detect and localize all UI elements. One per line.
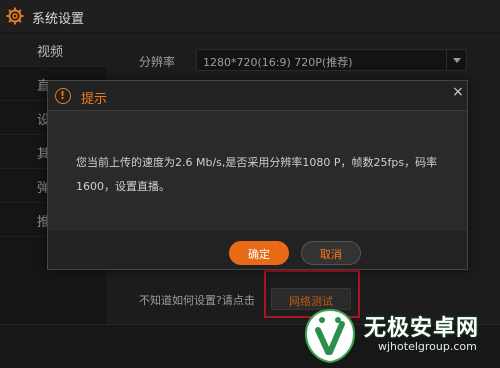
close-icon[interactable]: × bbox=[448, 82, 468, 102]
warning-icon: ! bbox=[55, 88, 71, 104]
watermark-logo-icon bbox=[300, 306, 360, 366]
window-title: 系统设置 bbox=[32, 12, 85, 27]
dialog-header: ! 提示 × bbox=[48, 81, 467, 111]
ok-button[interactable]: 确定 bbox=[229, 241, 289, 265]
dialog-message: 您当前上传的速度为2.6 Mb/s,是否采用分辨率1080 P，帧数25fps，… bbox=[76, 156, 438, 193]
prompt-dialog: ! 提示 × 您当前上传的速度为2.6 Mb/s,是否采用分辨率1080 P，帧… bbox=[47, 80, 468, 270]
watermark: 无极安卓网 wjhotelgroup.com bbox=[298, 300, 500, 368]
watermark-url: wjhotelgroup.com bbox=[378, 340, 477, 353]
cancel-button-label: 取消 bbox=[320, 248, 342, 261]
cancel-button[interactable]: 取消 bbox=[301, 241, 361, 265]
ok-button-label: 确定 bbox=[248, 248, 270, 261]
dialog-title: 提示 bbox=[81, 92, 108, 107]
title-bar: 系统设置 bbox=[0, 0, 500, 33]
watermark-title: 无极安卓网 bbox=[364, 316, 480, 341]
gear-icon bbox=[6, 7, 24, 25]
